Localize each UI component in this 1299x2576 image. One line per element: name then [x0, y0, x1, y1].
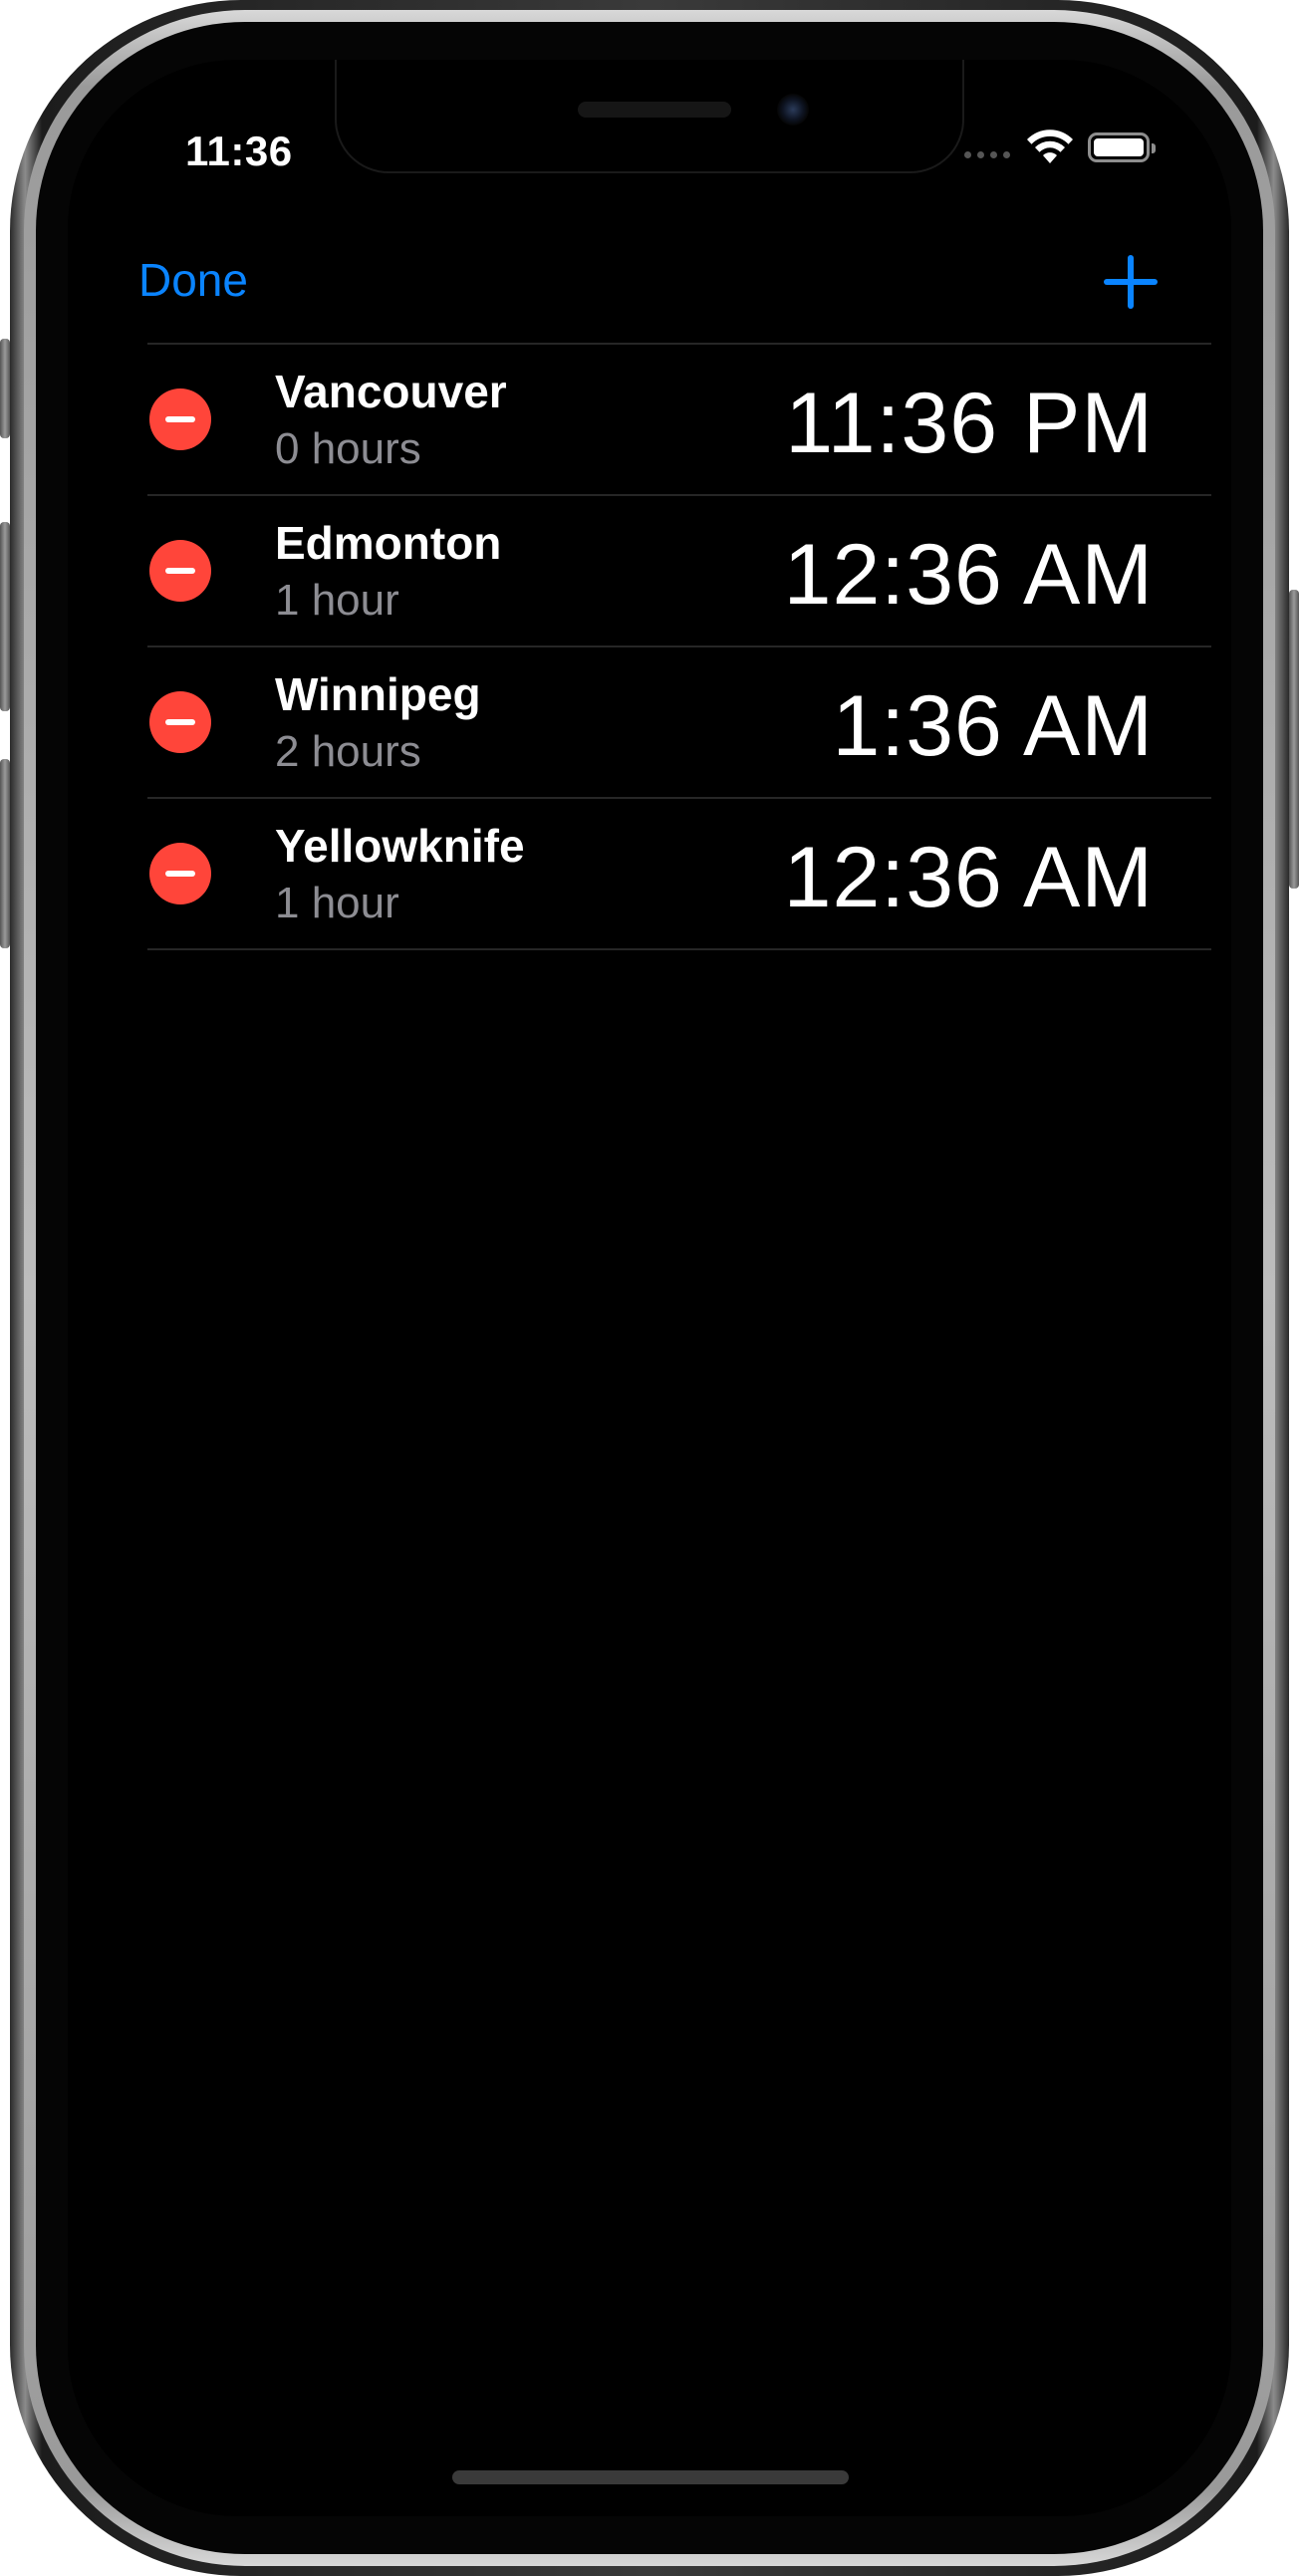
battery-icon: [1088, 132, 1156, 162]
home-indicator[interactable]: [452, 2470, 849, 2484]
wifi-icon: [1027, 129, 1073, 163]
status-time: 11:36: [185, 128, 293, 174]
local-time: 11:36 PM: [785, 376, 1154, 471]
done-button[interactable]: Done: [138, 253, 248, 307]
front-camera-icon: [777, 94, 809, 126]
speaker-grille: [578, 102, 731, 118]
time-offset: 0 hours: [275, 424, 421, 473]
side-button-volume-down: [0, 759, 10, 948]
city-name: Yellowknife: [275, 820, 525, 872]
side-button-power: [1289, 590, 1299, 889]
screen: 11:36 Done Vancouver 0 hours 11:36 PM Ed: [68, 60, 1231, 2516]
side-button-volume-up: [0, 522, 10, 711]
city-name: Edmonton: [275, 517, 502, 569]
cellular-signal-icon: [964, 150, 1010, 158]
time-offset: 1 hour: [275, 879, 399, 927]
delete-minus-icon[interactable]: [149, 691, 211, 753]
local-time: 1:36 AM: [832, 678, 1154, 774]
delete-minus-icon[interactable]: [149, 388, 211, 450]
list-item[interactable]: Edmonton 1 hour 12:36 AM: [147, 496, 1211, 647]
status-icons: [964, 129, 1156, 165]
time-offset: 1 hour: [275, 576, 399, 625]
delete-minus-icon[interactable]: [149, 540, 211, 602]
time-offset: 2 hours: [275, 727, 421, 776]
city-name: Winnipeg: [275, 668, 481, 720]
local-time: 12:36 AM: [783, 830, 1154, 925]
list-item[interactable]: Winnipeg 2 hours 1:36 AM: [147, 647, 1211, 799]
city-name: Vancouver: [275, 366, 507, 417]
delete-minus-icon[interactable]: [149, 843, 211, 904]
list-item[interactable]: Vancouver 0 hours 11:36 PM: [147, 343, 1211, 496]
plus-icon[interactable]: [1102, 253, 1160, 311]
local-time: 12:36 AM: [783, 527, 1154, 623]
list-item[interactable]: Yellowknife 1 hour 12:36 AM: [147, 799, 1211, 950]
side-button-action: [0, 339, 10, 438]
world-clock-list: Vancouver 0 hours 11:36 PM Edmonton 1 ho…: [147, 343, 1211, 950]
